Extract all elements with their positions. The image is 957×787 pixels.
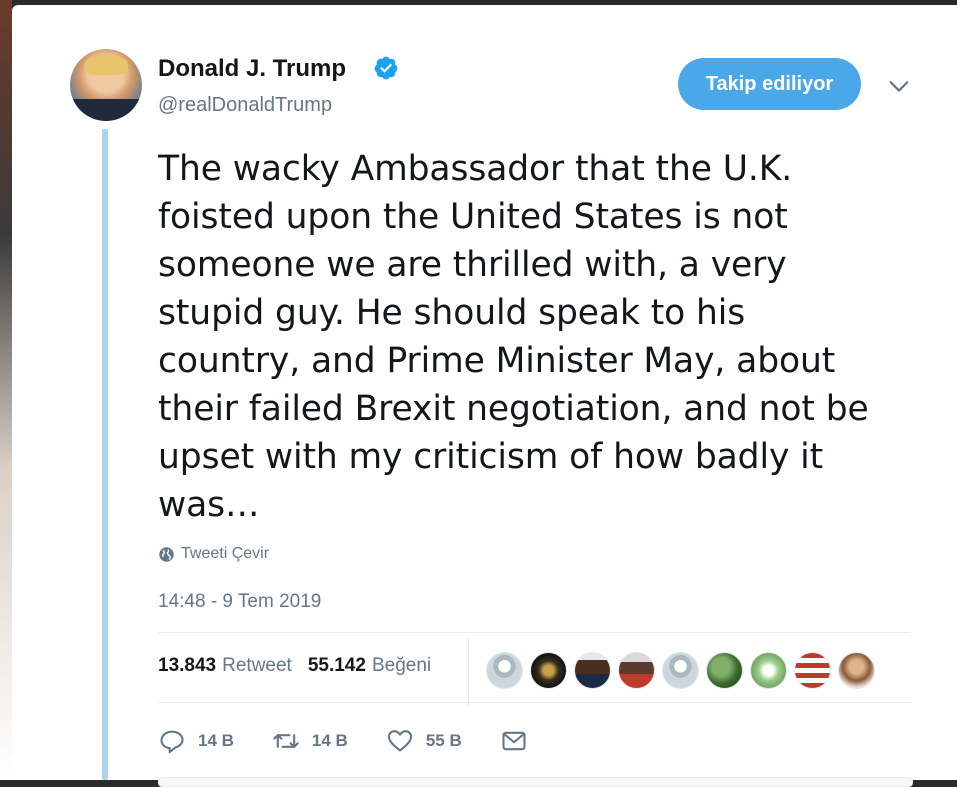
reply-button[interactable]: 14 B xyxy=(158,727,234,755)
liker-avatar[interactable] xyxy=(750,652,787,689)
tweet-text-line: was… xyxy=(158,485,260,525)
envelope-icon xyxy=(502,731,526,751)
globe-icon xyxy=(159,546,174,562)
user-name[interactable]: Donald J. Trump xyxy=(158,55,346,83)
likers-avatars xyxy=(486,652,875,689)
following-button[interactable]: Takip ediliyor xyxy=(678,58,861,110)
retweet-button[interactable]: 14 B xyxy=(272,727,348,755)
like-stat[interactable]: 55.142 Beğeni xyxy=(308,655,431,677)
retweet-action-count: 14 B xyxy=(311,731,348,750)
like-button[interactable]: 55 B xyxy=(386,727,462,755)
like-label: Beğeni xyxy=(371,655,432,676)
liker-avatar[interactable] xyxy=(618,652,655,689)
verified-badge-icon xyxy=(374,56,398,80)
liker-avatar[interactable] xyxy=(838,652,875,689)
translate-label: Tweeti Çevir xyxy=(181,545,270,562)
tweet-text-line: The wacky Ambassador that the U.K. xyxy=(158,149,793,189)
tweet-text: The wacky Ambassador that the U.K. foist… xyxy=(158,145,928,529)
tweet-text-line: someone we are thrilled with, a very xyxy=(158,245,787,285)
tweet-timestamp[interactable]: 14:48 - 9 Tem 2019 xyxy=(158,591,321,613)
chevron-down-icon[interactable] xyxy=(888,75,910,97)
tweet-text-line: stupid guy. He should speak to his xyxy=(158,293,746,333)
tweet-text-line: upset with my criticism of how badly it xyxy=(158,437,824,477)
avatar-hair xyxy=(84,55,128,75)
like-action-count: 55 B xyxy=(425,731,462,750)
avatar-suit xyxy=(70,99,142,121)
tweet-text-line: country, and Prime Minister May, about xyxy=(158,341,836,381)
engagement-stats: 13.843 Retweet 55.142 Beğeni xyxy=(158,655,431,677)
retweet-count: 13.843 xyxy=(158,655,217,676)
thread-line xyxy=(102,129,108,780)
reply-box-edge xyxy=(158,777,913,787)
liker-avatar[interactable] xyxy=(706,652,743,689)
retweet-label: Retweet xyxy=(222,655,292,676)
divider-top xyxy=(158,632,911,633)
reply-icon xyxy=(160,730,184,754)
liker-avatar[interactable] xyxy=(794,652,831,689)
translate-tweet-link[interactable]: Tweeti Çevir xyxy=(158,545,269,563)
heart-icon xyxy=(387,730,412,752)
liker-avatar[interactable] xyxy=(662,652,699,689)
like-count: 55.142 xyxy=(307,655,366,676)
stats-divider xyxy=(468,638,469,706)
user-handle[interactable]: @realDonaldTrump xyxy=(158,94,332,117)
direct-message-button[interactable] xyxy=(500,727,528,755)
liker-avatar[interactable] xyxy=(530,652,567,689)
avatar[interactable] xyxy=(70,49,142,121)
retweet-icon xyxy=(273,734,299,748)
tweet-text-line: foisted upon the United States is not xyxy=(158,197,788,237)
liker-avatar[interactable] xyxy=(574,652,611,689)
liker-avatar[interactable] xyxy=(486,652,523,689)
background-page-strip xyxy=(0,0,12,780)
divider-bottom xyxy=(158,702,911,703)
tweet-text-line: their failed Brexit negotiation, and not… xyxy=(158,389,869,429)
retweet-stat[interactable]: 13.843 Retweet xyxy=(158,655,292,677)
reply-count: 14 B xyxy=(198,731,234,750)
tweet-card: Donald J. Trump @realDonaldTrump Takip e… xyxy=(12,5,957,787)
tweet-actions: 14 B 14 B 55 B xyxy=(158,727,566,755)
